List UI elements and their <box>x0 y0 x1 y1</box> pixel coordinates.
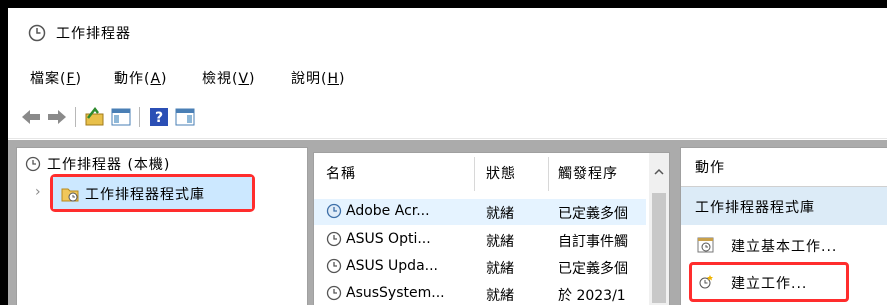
expand-chevron-icon[interactable]: › <box>35 184 42 200</box>
menu-view[interactable]: 檢視(V) <box>202 68 256 88</box>
task-name: ASUS Upda... <box>346 258 438 274</box>
folder-clock-icon <box>61 188 79 202</box>
menu-action[interactable]: 動作(A) <box>114 68 168 88</box>
task-scheduler-window: 工作排程器 檔案(F) 動作(A) 檢視(V) 說明(H) ? 工作排程器 (本… <box>8 8 887 305</box>
menu-help[interactable]: 說明(H) <box>291 68 345 88</box>
column-header-name[interactable]: 名稱 <box>326 163 356 183</box>
calendar-clock-icon <box>697 236 717 258</box>
task-clock-icon <box>326 203 342 220</box>
content-area: 工作排程器 (本機) › 工作排程器程式庫 名稱 狀態 觸發程序 Adobe A… <box>8 140 887 305</box>
svg-text:?: ? <box>155 110 163 126</box>
task-trigger: 已定義多個 <box>558 206 628 222</box>
task-clock-icon <box>326 258 342 275</box>
table-row[interactable]: ASUS Upda... 就緒 已定義多個 <box>314 254 646 280</box>
scrollbar-thumb[interactable] <box>652 193 666 303</box>
task-status: 就緒 <box>486 234 514 250</box>
table-row[interactable]: Adobe Acr... 就緒 已定義多個 <box>314 199 646 225</box>
tree-library-row: 工作排程器程式庫 <box>61 184 205 204</box>
tree-item-root[interactable]: 工作排程器 (本機) <box>25 154 170 174</box>
task-name: AsusSystem... <box>346 285 445 301</box>
task-clock-icon <box>326 285 342 302</box>
help-icon[interactable]: ? <box>148 106 170 128</box>
up-folder-icon[interactable] <box>84 106 106 128</box>
vertical-scrollbar[interactable] <box>649 153 669 305</box>
task-status: 就緒 <box>486 288 514 304</box>
create-task-highlight-box <box>689 262 849 302</box>
menu-bar: 檔案(F) 動作(A) 檢視(V) 說明(H) <box>8 58 887 98</box>
task-name: ASUS Opti... <box>346 231 431 247</box>
menu-file[interactable]: 檔案(F) <box>30 68 82 88</box>
toolbar-separator <box>75 107 76 127</box>
action-section-library[interactable]: 工作排程器程式庫 <box>681 187 887 225</box>
table-row[interactable]: ASUS Opti... 就緒 自訂事件觸 <box>314 227 646 253</box>
tree-item-library[interactable]: 工作排程器程式庫 <box>50 174 255 212</box>
action-pane: 動作 工作排程器程式庫 建立基本工作... 建立工作... <box>680 147 887 305</box>
task-name: Adobe Acr... <box>346 203 430 219</box>
column-separator <box>548 157 549 191</box>
create-basic-task-label: 建立基本工作... <box>731 239 838 255</box>
column-header-trigger[interactable]: 觸發程序 <box>558 163 618 183</box>
console-tree-pane: 工作排程器 (本機) › 工作排程器程式庫 <box>16 147 308 305</box>
table-row[interactable]: AsusSystem... 就緒 於 2023/1 <box>314 281 646 305</box>
task-trigger: 於 2023/1 <box>558 288 626 304</box>
tree-library-label: 工作排程器程式庫 <box>85 187 205 203</box>
task-trigger: 自訂事件觸 <box>558 234 628 250</box>
show-hide-action-pane-icon[interactable] <box>174 106 196 128</box>
show-hide-console-tree-icon[interactable] <box>110 106 132 128</box>
action-pane-header: 動作 <box>681 148 887 187</box>
task-clock-icon <box>326 231 342 248</box>
back-arrow-icon[interactable] <box>20 106 42 128</box>
window-title: 工作排程器 <box>56 26 131 42</box>
task-trigger: 已定義多個 <box>558 261 628 277</box>
title-bar: 工作排程器 <box>8 8 887 58</box>
action-pane-title: 動作 <box>695 160 725 176</box>
scroll-up-chevron-icon[interactable] <box>652 165 666 179</box>
column-separator <box>474 157 475 191</box>
forward-arrow-icon[interactable] <box>46 106 68 128</box>
toolbar: ? <box>8 98 887 139</box>
task-list-pane: 名稱 狀態 觸發程序 Adobe Acr... 就緒 已定義多個 ASUS Op… <box>313 152 670 305</box>
task-status: 就緒 <box>486 261 514 277</box>
action-section-label: 工作排程器程式庫 <box>695 200 815 216</box>
column-header-status[interactable]: 狀態 <box>486 163 516 183</box>
task-scheduler-clock-icon <box>28 24 46 46</box>
toolbar-separator <box>139 107 140 127</box>
clock-icon <box>25 156 41 172</box>
tree-root-label: 工作排程器 (本機) <box>47 157 171 173</box>
task-status: 就緒 <box>486 206 514 222</box>
create-basic-task-button[interactable]: 建立基本工作... <box>681 228 887 262</box>
